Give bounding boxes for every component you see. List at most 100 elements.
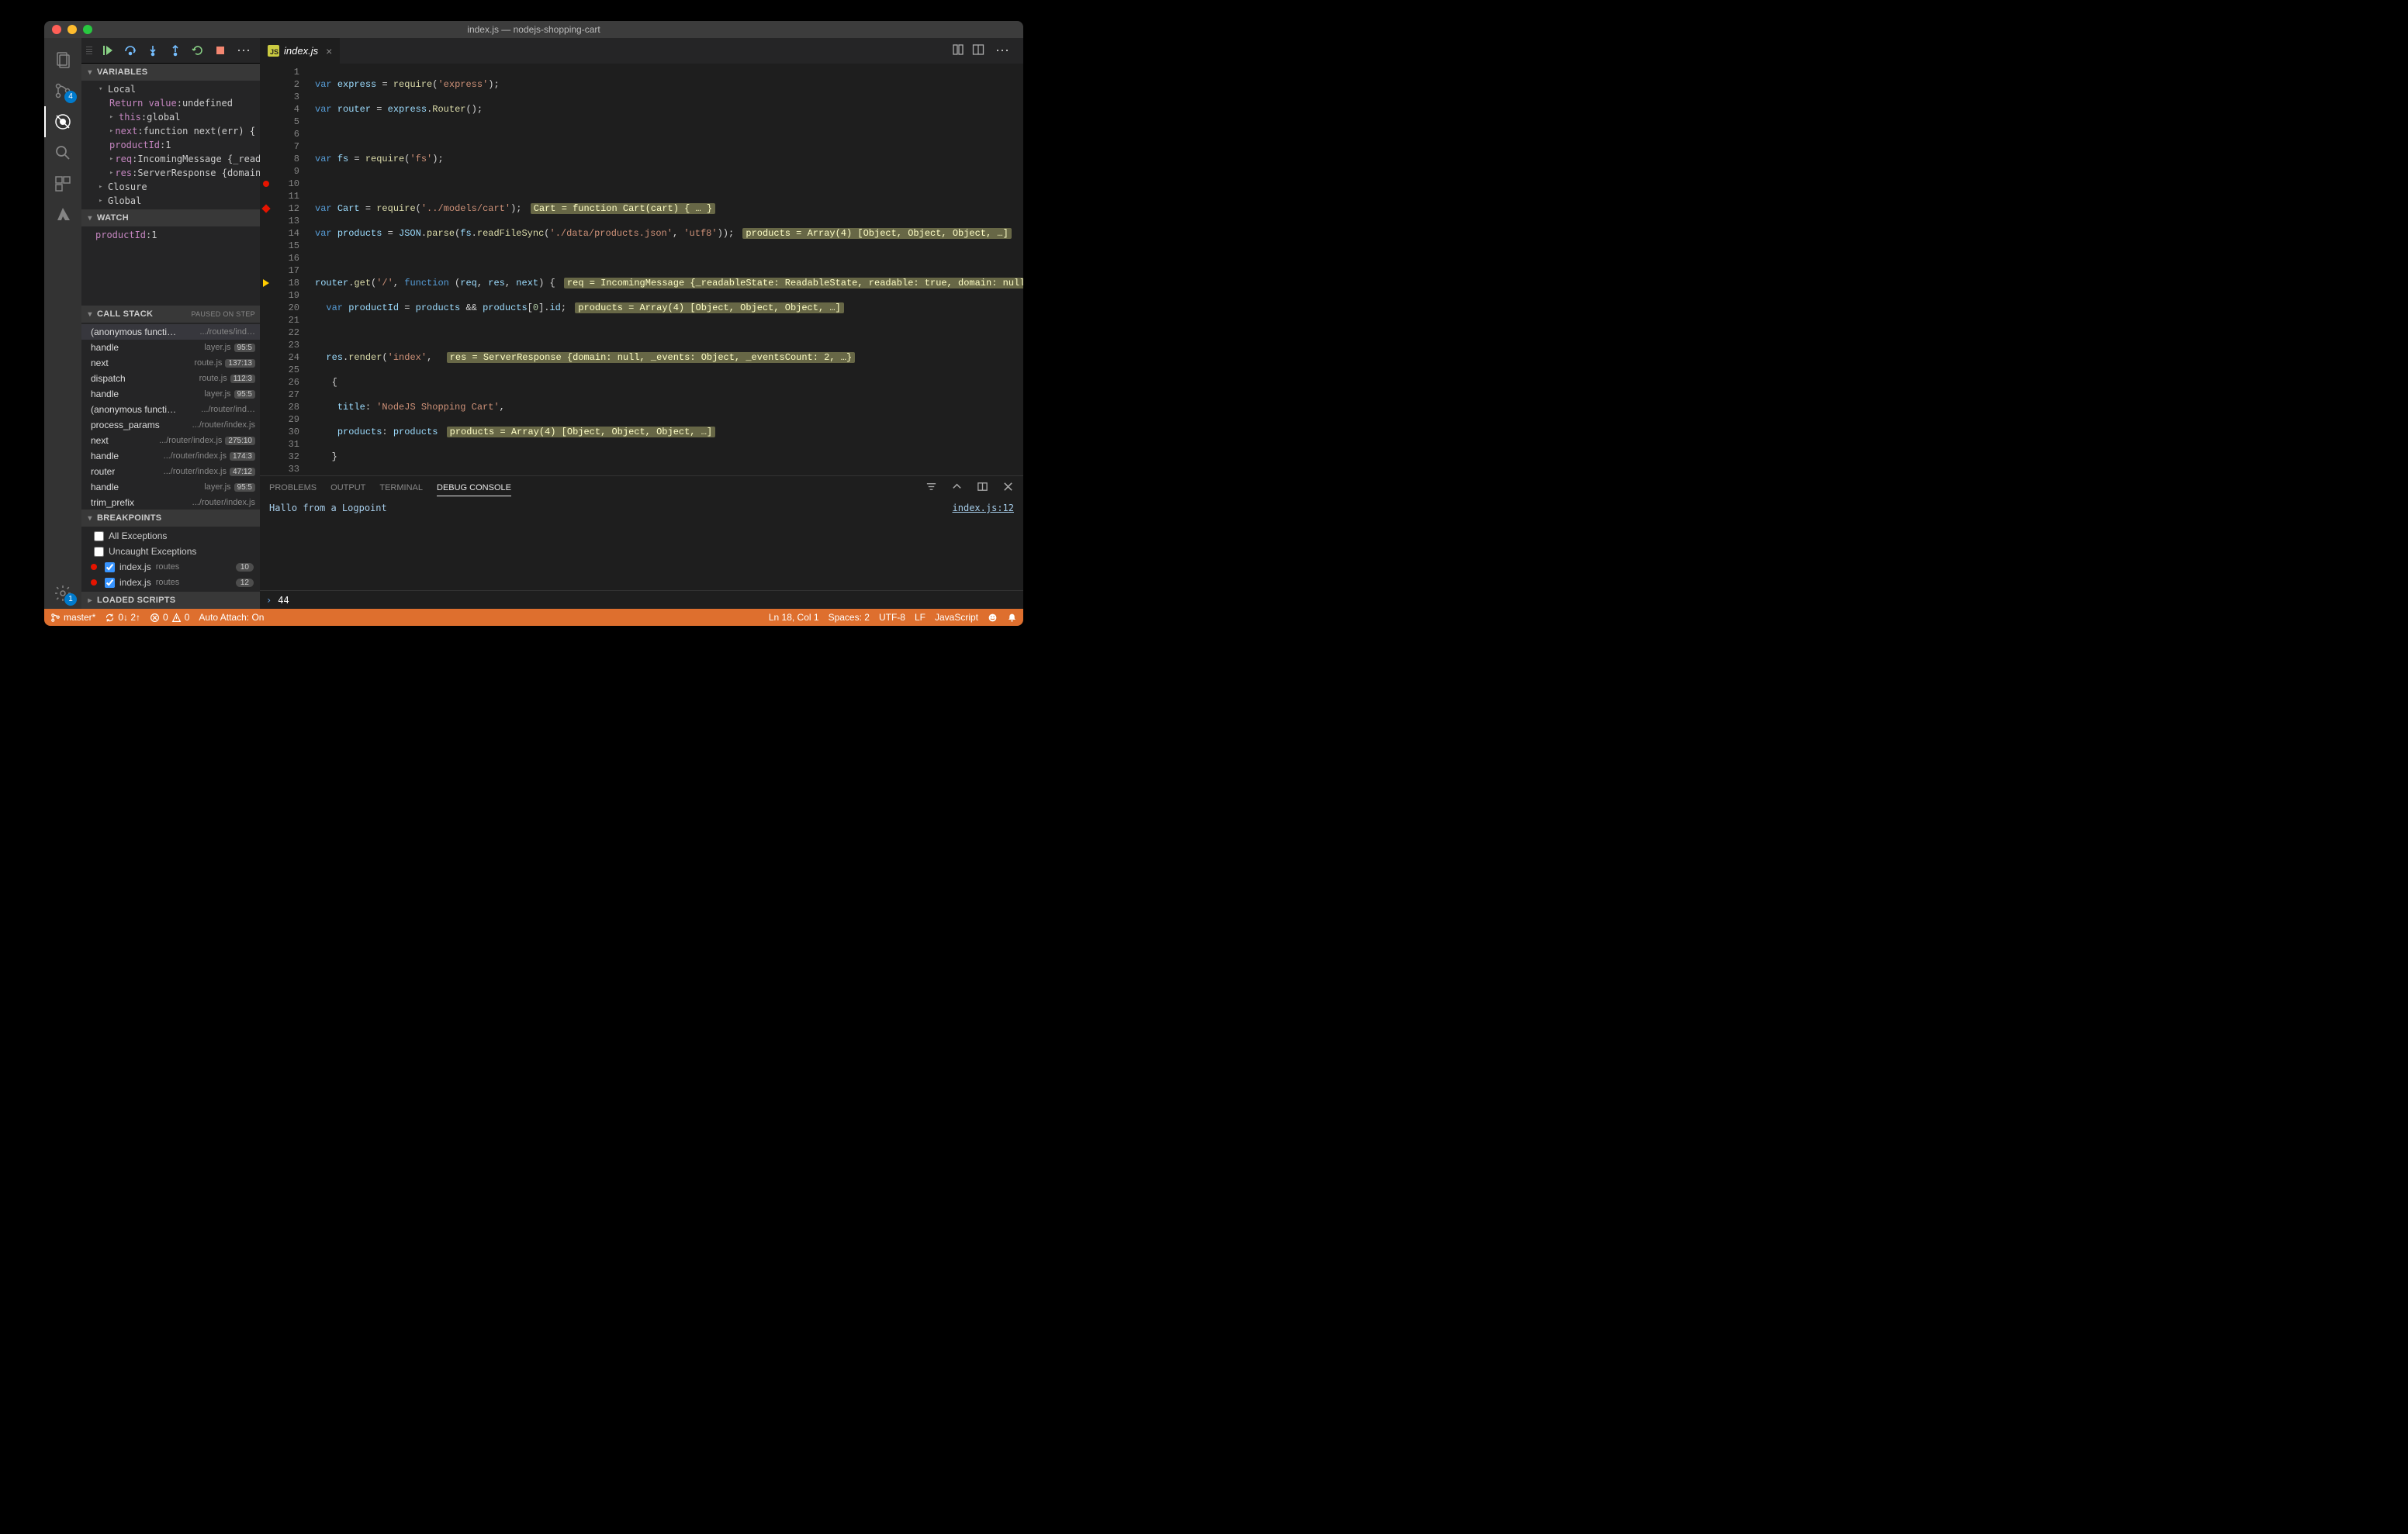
bp-checkbox[interactable] xyxy=(94,531,104,541)
callstack-frame[interactable]: nextroute.js137:13 xyxy=(81,355,260,371)
bp-checkbox[interactable] xyxy=(94,547,104,557)
callstack-frame[interactable]: process_params.../router/index.js xyxy=(81,417,260,433)
encoding[interactable]: UTF-8 xyxy=(879,612,905,623)
tab-problems[interactable]: PROBLEMS xyxy=(269,483,317,492)
tab-label: index.js xyxy=(284,45,318,57)
callstack-frame[interactable]: handlelayer.js95:5 xyxy=(81,386,260,402)
callstack-frame[interactable]: (anonymous function).../router/ind… xyxy=(81,402,260,417)
bottom-panel: PROBLEMS OUTPUT TERMINAL DEBUG CONSOLE H… xyxy=(260,475,1023,609)
console-source-link[interactable]: index.js:12 xyxy=(953,501,1014,515)
git-branch[interactable]: master* xyxy=(50,612,95,623)
bp-item[interactable]: index.jsroutes10 xyxy=(81,559,260,575)
debug-console-input[interactable] xyxy=(276,594,1017,606)
step-out-button[interactable] xyxy=(166,40,185,60)
tab-terminal[interactable]: TERMINAL xyxy=(379,483,423,492)
bp-checkbox[interactable] xyxy=(105,578,115,588)
debug-console-output[interactable]: Hallo from a Logpoint index.js:12 xyxy=(260,499,1023,590)
stop-button[interactable] xyxy=(211,40,230,60)
collapse-up-icon[interactable] xyxy=(951,481,963,495)
tab-debug-console[interactable]: DEBUG CONSOLE xyxy=(437,483,511,496)
split-editor-icon[interactable] xyxy=(972,43,984,58)
callstack-frame[interactable]: dispatchroute.js112:3 xyxy=(81,371,260,386)
more-editor-actions-icon[interactable]: ⋯ xyxy=(992,43,1014,59)
notifications-icon[interactable] xyxy=(1007,613,1017,623)
eol[interactable]: LF xyxy=(915,612,925,623)
drag-handle-icon[interactable] xyxy=(86,38,92,63)
window-minimize-icon[interactable] xyxy=(67,25,77,34)
language-mode[interactable]: JavaScript xyxy=(935,612,978,623)
code-content[interactable]: var express = require('express'); var ro… xyxy=(307,64,1023,475)
tab-bar: JS index.js × ⋯ xyxy=(260,38,1023,64)
panel-tabs: PROBLEMS OUTPUT TERMINAL DEBUG CONSOLE xyxy=(260,476,1023,499)
window-title: index.js — nodejs-shopping-cart xyxy=(44,24,1023,35)
breakpoints-header[interactable]: ▾BREAKPOINTS xyxy=(81,510,260,527)
window-maximize-icon[interactable] xyxy=(83,25,92,34)
more-actions-icon[interactable]: ⋯ xyxy=(234,43,255,59)
bp-uncaught-exceptions[interactable]: Uncaught Exceptions xyxy=(81,544,260,559)
explorer-icon[interactable] xyxy=(44,44,81,75)
scm-icon[interactable]: 4 xyxy=(44,75,81,106)
bp-all-exceptions[interactable]: All Exceptions xyxy=(81,528,260,544)
callstack-frame[interactable]: handle.../router/index.js174:3 xyxy=(81,448,260,464)
code-editor[interactable]: 1234567891011121314151617181920212223242… xyxy=(260,64,1023,475)
callstack-header[interactable]: ▾CALL STACKPAUSED ON STEP xyxy=(81,306,260,323)
extensions-icon[interactable] xyxy=(44,168,81,199)
close-tab-icon[interactable]: × xyxy=(326,46,332,57)
step-into-button[interactable] xyxy=(144,40,163,60)
editor-group: JS index.js × ⋯ xyxy=(260,38,1023,609)
var-req[interactable]: ▸req: IncomingMessage {_readableSt… xyxy=(81,152,260,166)
callstack-frame[interactable]: router.../router/index.js47:12 xyxy=(81,464,260,479)
var-next[interactable]: ▸next: function next(err) { … } xyxy=(81,124,260,138)
scope-global[interactable]: ▸Global xyxy=(81,194,260,208)
feedback-icon[interactable] xyxy=(988,613,998,623)
cursor-position[interactable]: Ln 18, Col 1 xyxy=(769,612,819,623)
callstack-frame[interactable]: handlelayer.js95:5 xyxy=(81,340,260,355)
debug-icon[interactable] xyxy=(44,106,81,137)
restart-button[interactable] xyxy=(189,40,208,60)
window-close-icon[interactable] xyxy=(52,25,61,34)
line-number-gutter: 1234567891011121314151617181920212223242… xyxy=(272,64,307,475)
logpoint-icon[interactable] xyxy=(261,204,270,212)
callstack-frame[interactable]: trim_prefix.../router/index.js xyxy=(81,495,260,510)
layout-icon[interactable] xyxy=(977,481,988,495)
watch-item[interactable]: productId: 1 xyxy=(81,228,260,242)
loaded-scripts-title: LOADED SCRIPTS xyxy=(97,596,175,605)
git-sync[interactable]: 0↓ 2↑ xyxy=(105,612,140,623)
azure-icon[interactable] xyxy=(44,199,81,230)
continue-button[interactable] xyxy=(99,40,118,60)
var-res[interactable]: ▸res: ServerResponse {domain: null… xyxy=(81,166,260,180)
callstack-frame[interactable]: (anonymous function).../routes/ind… xyxy=(81,324,260,340)
scope-local[interactable]: ▾Local xyxy=(81,82,260,96)
tab-output[interactable]: OUTPUT xyxy=(330,483,365,492)
variables-header[interactable]: ▾VARIABLES xyxy=(81,64,260,81)
scope-closure[interactable]: ▸Closure xyxy=(81,180,260,194)
bp-item[interactable]: index.jsroutes12 xyxy=(81,575,260,590)
settings-icon[interactable]: 1 xyxy=(44,578,81,609)
var-this[interactable]: ▸this: global xyxy=(81,110,260,124)
tab-index-js[interactable]: JS index.js × xyxy=(260,38,341,64)
loaded-scripts-header[interactable]: ▸LOADED SCRIPTS xyxy=(81,592,260,609)
search-icon[interactable] xyxy=(44,137,81,168)
breakpoints-title: BREAKPOINTS xyxy=(97,513,161,523)
status-bar: master* 0↓ 2↑ 0 0 Auto Attach: On Ln 18,… xyxy=(44,609,1023,626)
settings-badge: 1 xyxy=(64,593,77,606)
compare-changes-icon[interactable] xyxy=(952,43,964,58)
callstack-frame[interactable]: handlelayer.js95:5 xyxy=(81,479,260,495)
step-over-button[interactable] xyxy=(121,40,140,60)
spaces[interactable]: Spaces: 2 xyxy=(829,612,870,623)
var-return-value[interactable]: Return value: undefined xyxy=(81,96,260,110)
debug-sidebar: ⋯ ▾VARIABLES ▾Local Return value: undefi… xyxy=(81,38,260,609)
var-productid[interactable]: productId: 1 xyxy=(81,138,260,152)
debug-console-input-row: › xyxy=(260,590,1023,609)
titlebar: index.js — nodejs-shopping-cart xyxy=(44,21,1023,38)
auto-attach[interactable]: Auto Attach: On xyxy=(199,612,264,623)
prompt-chevron-icon: › xyxy=(266,595,272,606)
callstack-frame[interactable]: next.../router/index.js275:10 xyxy=(81,433,260,448)
problems-status[interactable]: 0 0 xyxy=(150,612,189,623)
close-panel-icon[interactable] xyxy=(1002,481,1014,495)
breakpoint-gutter[interactable] xyxy=(260,64,272,475)
filter-icon[interactable] xyxy=(925,481,937,495)
watch-header[interactable]: ▾WATCH xyxy=(81,209,260,226)
breakpoint-icon[interactable] xyxy=(263,181,269,187)
bp-checkbox[interactable] xyxy=(105,562,115,572)
